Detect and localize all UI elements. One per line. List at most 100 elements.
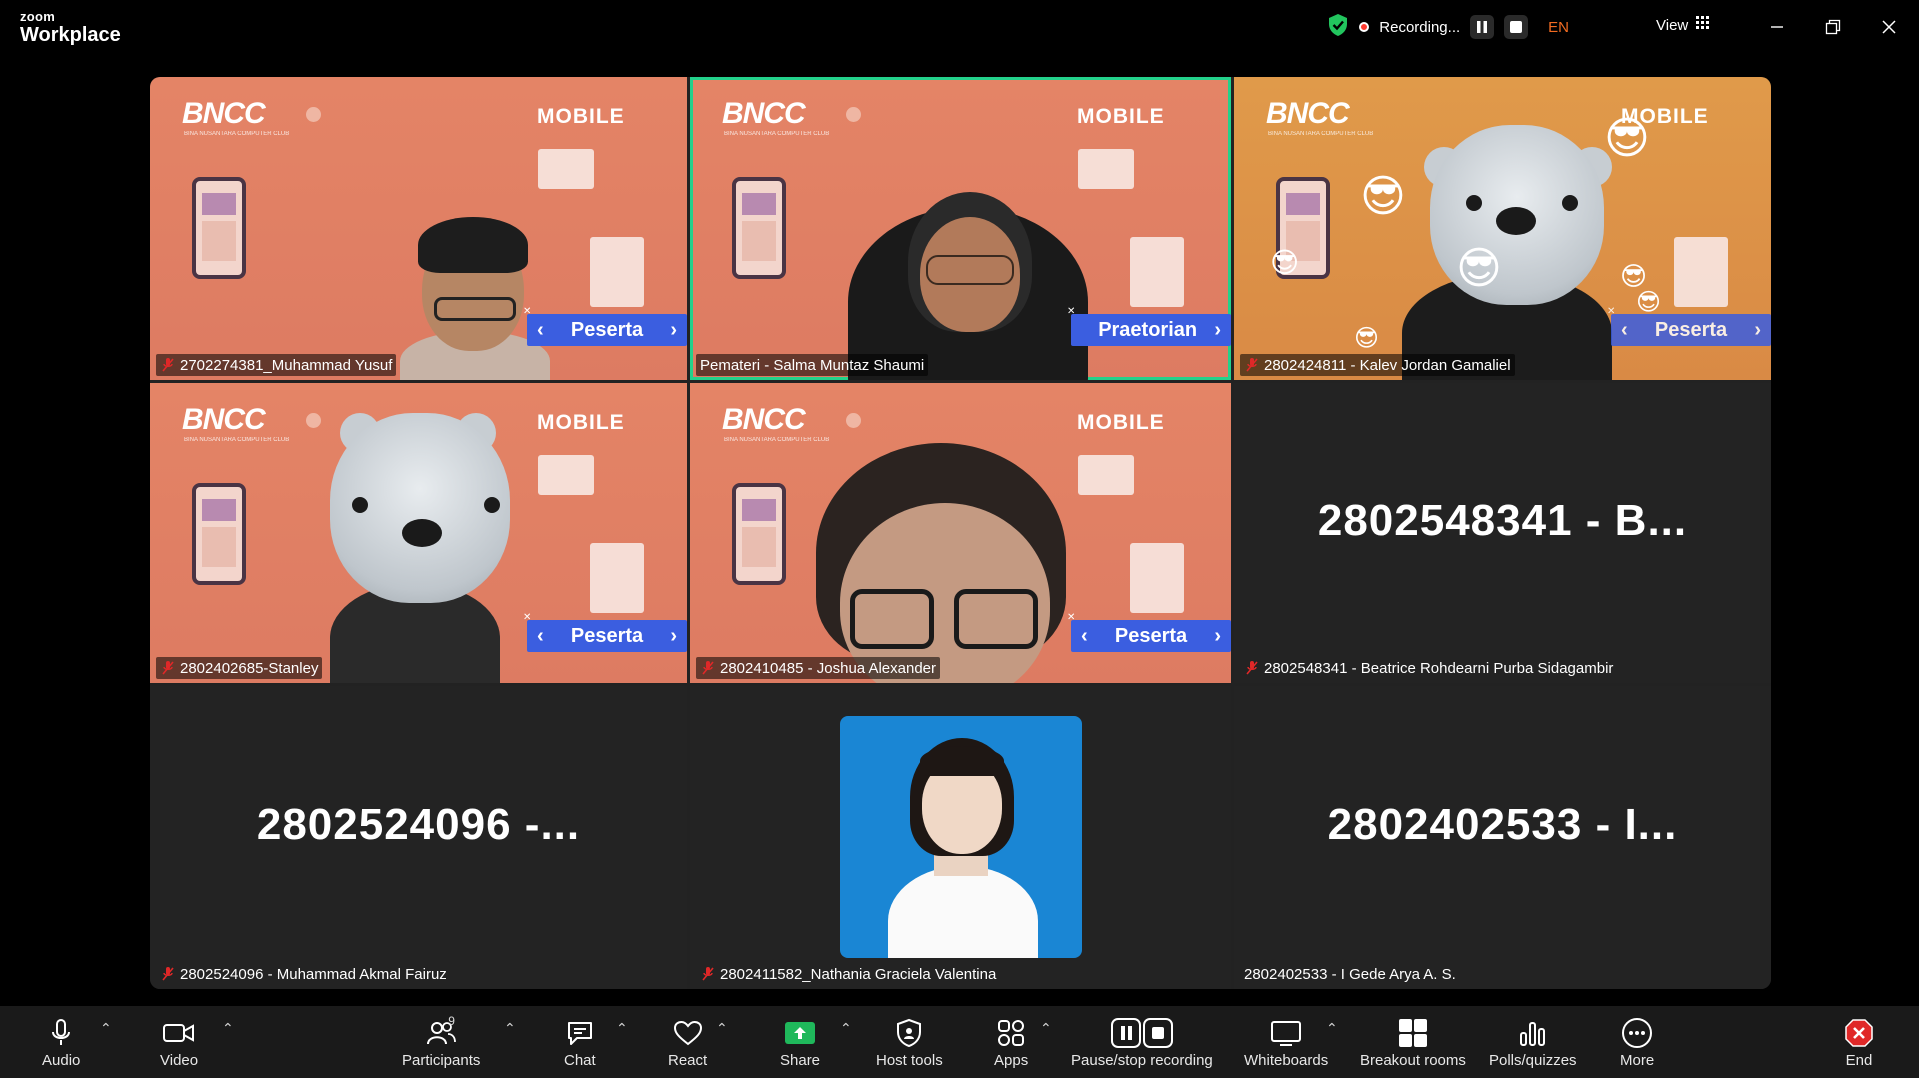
card-illustration — [1078, 455, 1134, 495]
participant-display-name: 2802524096 -... — [256, 800, 581, 850]
participant-tile[interactable]: 2802402533 - I... 2802402533 - I Gede Ar… — [1234, 686, 1771, 989]
brand-logo: BNCC — [722, 403, 806, 436]
avatar-eye — [352, 497, 368, 513]
participant-display-name: 2802548341 - B... — [1317, 496, 1688, 545]
participant-tile[interactable]: BNCC BINA NUSANTARA COMPUTER CLUB MOBILE… — [150, 77, 687, 380]
end-meeting-button[interactable]: End — [1844, 1016, 1874, 1069]
brand-subtitle: BINA NUSANTARA COMPUTER CLUB — [1268, 131, 1374, 137]
apps-icon — [996, 1016, 1026, 1050]
phone-illustration — [192, 483, 246, 585]
track-label: MOBILE — [537, 411, 625, 434]
avatar-nose — [402, 519, 442, 547]
audio-options-chevron-icon[interactable]: ⌃ — [100, 1020, 112, 1037]
heart-icon — [673, 1016, 703, 1050]
restore-button[interactable] — [1818, 12, 1848, 42]
more-button[interactable]: More — [1620, 1016, 1654, 1069]
bar-chart-icon — [1518, 1016, 1548, 1050]
track-label: MOBILE — [1077, 105, 1165, 128]
decoration — [846, 413, 861, 428]
logo-bottom: Workplace — [20, 24, 121, 46]
end-call-icon — [1844, 1016, 1874, 1050]
chat-options-chevron-icon[interactable]: ⌃ — [616, 1020, 628, 1037]
view-button[interactable]: View — [1656, 16, 1710, 34]
mic-muted-icon — [1246, 661, 1258, 675]
whiteboard-icon — [1270, 1016, 1302, 1050]
participant-name-label: 2802424811 - Kalev Jordan Gamaliel — [1240, 354, 1515, 376]
breakout-rooms-button[interactable]: Breakout rooms — [1360, 1016, 1466, 1069]
card-illustration — [1674, 237, 1728, 307]
card-illustration — [1130, 237, 1184, 307]
pause-stop-recording-button[interactable]: Pause/stop recording — [1071, 1016, 1213, 1069]
brand-logo: BNCC — [182, 97, 266, 130]
brand-logo: BNCC — [182, 403, 266, 436]
video-options-chevron-icon[interactable]: ⌃ — [222, 1020, 234, 1037]
react-button[interactable]: React — [668, 1016, 707, 1069]
participant-tile[interactable]: BNCC BINA NUSANTARA COMPUTER CLUB MOBILE… — [1234, 77, 1771, 380]
apps-options-chevron-icon[interactable]: ⌃ — [1040, 1020, 1052, 1037]
participant-name-label: 2802410485 - Joshua Alexander — [696, 657, 941, 679]
language-interpretation-button[interactable]: EN — [1548, 19, 1569, 36]
participant-tile[interactable]: 2802524096 -... 2802524096 - Muhammad Ak… — [150, 686, 687, 989]
whiteboards-options-chevron-icon[interactable]: ⌃ — [1326, 1020, 1338, 1037]
share-options-chevron-icon[interactable]: ⌃ — [840, 1020, 852, 1037]
recording-dot-icon — [1359, 22, 1370, 32]
avatar-eye — [1562, 195, 1578, 211]
glasses — [850, 589, 934, 649]
mic-muted-icon — [702, 661, 714, 675]
avatar-eye — [484, 497, 500, 513]
participant-tile[interactable]: BNCC BINA NUSANTARA COMPUTER CLUB MOBILE… — [150, 383, 687, 683]
mic-muted-icon — [162, 661, 174, 675]
profile-picture — [840, 716, 1082, 958]
microphone-icon — [48, 1016, 74, 1050]
card-illustration — [590, 543, 644, 613]
recording-label: Recording... — [1379, 18, 1461, 36]
host-tools-button[interactable]: Host tools — [876, 1016, 943, 1069]
brand-logo: BNCC — [1266, 97, 1350, 130]
audio-button[interactable]: Audio — [42, 1016, 80, 1069]
brand-subtitle: BINA NUSANTARA COMPUTER CLUB — [724, 437, 830, 443]
polls-quizzes-button[interactable]: Polls/quizzes — [1489, 1016, 1577, 1069]
logo-top: zoom — [20, 9, 56, 24]
video-button[interactable]: Video — [160, 1016, 198, 1069]
apps-button[interactable]: Apps — [994, 1016, 1028, 1069]
participant-tile-active[interactable]: BNCC BINA NUSANTARA COMPUTER CLUB MOBILE… — [690, 77, 1231, 380]
participant-name-label: 2802402533 - I Gede Arya A. S. — [1244, 965, 1456, 983]
pause-recording-button[interactable] — [1470, 15, 1495, 39]
participants-options-chevron-icon[interactable]: ⌃ — [504, 1020, 516, 1037]
mic-muted-icon — [1246, 358, 1258, 372]
avatar-nose — [1496, 207, 1536, 235]
share-button[interactable]: Share — [780, 1016, 820, 1069]
stop-recording-button[interactable] — [1504, 15, 1529, 39]
brand-subtitle: BINA NUSANTARA COMPUTER CLUB — [184, 131, 290, 137]
whiteboards-button[interactable]: Whiteboards — [1244, 1016, 1328, 1069]
brand-logo: BNCC — [722, 97, 806, 130]
title-bar: zoom Workplace Recording... EN View — [0, 0, 1919, 56]
minimize-button[interactable] — [1762, 12, 1792, 42]
role-tag: ✕ ‹ Peserta › — [523, 612, 687, 652]
card-illustration — [590, 237, 644, 307]
card-illustration — [1078, 149, 1134, 189]
participant-display-name: 2802402533 - I... — [1327, 800, 1678, 850]
glasses — [926, 255, 1014, 285]
sunglasses-emoji-icon: 😎 — [1456, 244, 1502, 293]
shield-icon — [896, 1016, 922, 1050]
encryption-shield-icon[interactable] — [1327, 13, 1349, 41]
track-label: MOBILE — [1077, 411, 1165, 434]
react-options-chevron-icon[interactable]: ⌃ — [716, 1020, 728, 1037]
participants-button[interactable]: 9 Participants — [402, 1014, 480, 1069]
participant-tile[interactable]: 2802548341 - B... 2802548341 - Beatrice … — [1234, 383, 1771, 683]
mic-muted-icon — [702, 967, 714, 981]
card-illustration — [1130, 543, 1184, 613]
phone-illustration — [732, 177, 786, 279]
breakout-rooms-icon — [1398, 1016, 1428, 1050]
participant-name-label: 2802402685-Stanley — [156, 657, 323, 679]
zoom-logo: zoom Workplace — [20, 10, 121, 45]
grid-icon — [1696, 16, 1710, 34]
mic-muted-icon — [162, 967, 174, 981]
chat-button[interactable]: Chat — [564, 1016, 596, 1069]
participant-tile[interactable]: BNCC BINA NUSANTARA COMPUTER CLUB MOBILE… — [690, 383, 1231, 683]
participant-name-label: Pemateri - Salma Muntaz Shaumi — [696, 354, 929, 376]
close-window-button[interactable] — [1874, 12, 1904, 42]
sunglasses-emoji-icon: 😎 — [1636, 289, 1662, 316]
view-label: View — [1656, 16, 1689, 34]
